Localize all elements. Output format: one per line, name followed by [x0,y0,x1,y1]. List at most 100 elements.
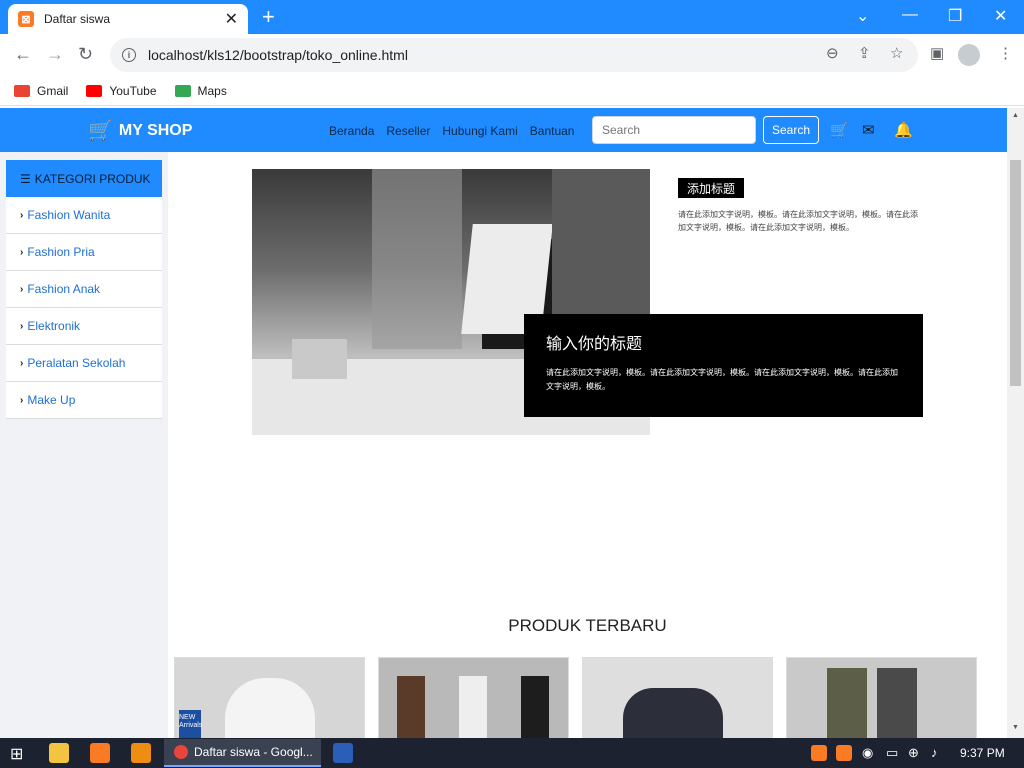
hero-figure-right [552,169,650,319]
bookmarks-bar: Gmail YouTube Maps [0,76,1024,106]
product-model-image [397,676,425,738]
nav-link-bantuan[interactable]: Bantuan [530,124,575,138]
restore-button[interactable]: ❐ [948,6,962,26]
browser-titlebar: ⊠ Daftar siswa ✕ + ⌄ — ❐ ✕ [0,0,1024,34]
category-sidebar: ☰ KATEGORI PRODUK › Fashion Wanita › Fashi… [6,160,162,419]
browser-tab[interactable]: ⊠ Daftar siswa ✕ [8,4,248,34]
nav-link-hubungi-kami[interactable]: Hubungi Kami [442,124,517,138]
tab-search-icon[interactable]: ⌄ [856,6,869,26]
youtube-icon [86,84,103,97]
scroll-down-icon[interactable]: ▼ [1012,724,1019,731]
hero-small-title: 添加标题 [678,178,745,198]
network-icon[interactable]: ⊕ [908,745,919,761]
page-scrollbar[interactable]: ▲ ▼ [1007,108,1024,738]
new-tab-button[interactable]: + [262,6,275,28]
close-tab-icon[interactable]: ✕ [225,9,238,29]
bookmark-star-icon[interactable]: ☆ [890,44,903,62]
share-icon[interactable]: ⇪ [858,44,871,62]
scroll-thumb[interactable] [1010,160,1021,386]
product-model-image [459,676,487,738]
bookmark-youtube[interactable]: YouTube [86,83,157,98]
page-viewport: 🛒 MY SHOP Beranda Reseller Hubungi Kami … [0,108,1024,738]
sidebar-item-label: Fashion Wanita [27,208,111,222]
xampp-tray-icon[interactable] [836,745,852,761]
cart-icon[interactable]: 🛒 [830,121,849,139]
hero-figure [372,169,462,349]
chevron-right-icon: › [20,394,24,406]
site-brand[interactable]: 🛒 MY SHOP [88,118,192,143]
scroll-up-icon[interactable]: ▲ [1012,112,1019,119]
site-info-icon[interactable]: i [122,48,136,62]
reload-button[interactable]: ↻ [78,44,93,65]
product-card[interactable] [786,657,977,738]
gmail-icon [14,84,30,97]
bookmark-maps[interactable]: Maps [174,84,227,98]
profile-avatar[interactable] [958,44,980,66]
product-tshirt-image [623,688,723,738]
bookmark-label: YouTube [109,83,157,98]
minimize-button[interactable]: — [902,6,918,24]
bookmark-label: Gmail [37,83,69,98]
file-explorer-icon[interactable] [49,743,69,763]
site-navbar: 🛒 MY SHOP Beranda Reseller Hubungi Kami … [0,108,1007,152]
sidebar-item-fashion-pria[interactable]: › Fashion Pria [6,234,162,271]
xampp-tray-icon[interactable] [811,745,827,761]
product-tag: NEW Arrivals [179,710,202,738]
brand-name: MY SHOP [118,121,193,139]
back-button[interactable]: ← [14,44,32,65]
nav-link-reseller[interactable]: Reseller [386,124,430,138]
product-card[interactable]: NEW Arrivals [174,657,365,738]
windows-taskbar: ⊞ Daftar siswa - Googl... ◉ ▭ ⊕ ♪ 9:37 P… [0,738,1024,768]
product-card[interactable] [582,657,773,738]
search-input[interactable] [592,116,756,144]
main-content: 添加标题 请在此添加文字说明，模板。请在此添加文字说明，模板。请在此添加文字说明… [168,152,1007,738]
chevron-right-icon: › [20,209,24,221]
sidebar-item-fashion-anak[interactable]: › Fashion Anak [6,271,162,308]
hero-small-description: 请在此添加文字说明，模板。请在此添加文字说明，模板。请在此添加文字说明，模板。请… [678,210,918,232]
cart-plus-icon: 🛒 [88,120,113,142]
tray-monitor-icon[interactable]: ▭ [886,745,898,761]
maps-icon [174,84,191,97]
product-model-image [521,676,549,738]
section-title: PRODUK TERBARU [508,616,667,635]
zoom-icon[interactable]: ⊖ [826,44,839,62]
address-bar[interactable]: i localhost/kls12/bootstrap/toko_online.… [110,38,918,72]
taskbar-clock: 9:37 PM [960,746,1005,760]
volume-icon[interactable]: ♪ [931,745,938,760]
chevron-right-icon: › [20,357,24,369]
bell-icon[interactable]: 🔔 [894,121,913,139]
sidebar-item-label: Elektronik [27,319,81,333]
sidebar-item-label: Peralatan Sekolah [27,356,126,370]
chrome-icon [174,745,188,759]
sidebar-item-fashion-wanita[interactable]: › Fashion Wanita [6,197,162,234]
hero-caption-description: 请在此添加文字说明，模板。请在此添加文字说明，模板。请在此添加文字说明，模板。请… [546,368,898,391]
envelope-icon[interactable]: ✉ [862,121,875,139]
sidebar-item-elektronik[interactable]: › Elektronik [6,308,162,345]
product-card[interactable] [378,657,569,738]
hero-box [292,339,347,379]
product-shirt-image [225,678,315,738]
sidebar-item-make-up[interactable]: › Make Up [6,382,162,419]
windows-start-icon[interactable]: ⊞ [10,744,23,764]
hero-caption-title: 输入你的标题 [546,336,643,353]
word-icon[interactable] [333,743,353,763]
search-button[interactable]: Search [763,116,819,144]
taskbar-window-title: Daftar siswa - Googl... [194,745,313,759]
forward-button[interactable]: → [46,44,64,65]
sublime-text-icon[interactable] [131,743,151,763]
tray-app-icon[interactable]: ◉ [862,745,873,761]
sidebar-item-label: Fashion Anak [27,282,101,296]
sidebar-item-peralatan-sekolah[interactable]: › Peralatan Sekolah [6,345,162,382]
xampp-icon[interactable] [90,743,110,763]
side-panel-icon[interactable]: ▣ [930,44,944,62]
sidebar-title: KATEGORI PRODUK [34,171,151,186]
nav-link-beranda[interactable]: Beranda [329,124,374,138]
list-icon: ☰ [20,171,31,186]
taskbar-chrome-window[interactable]: Daftar siswa - Googl... [164,739,321,767]
close-window-button[interactable]: ✕ [994,6,1007,26]
tab-title: Daftar siswa [44,12,111,26]
menu-icon[interactable]: ⋮ [998,44,1013,62]
sidebar-item-label: Make Up [27,393,76,407]
bookmark-gmail[interactable]: Gmail [14,84,68,98]
hero-caption-box: 输入你的标题 请在此添加文字说明，模板。请在此添加文字说明，模板。请在此添加文字… [524,314,923,417]
